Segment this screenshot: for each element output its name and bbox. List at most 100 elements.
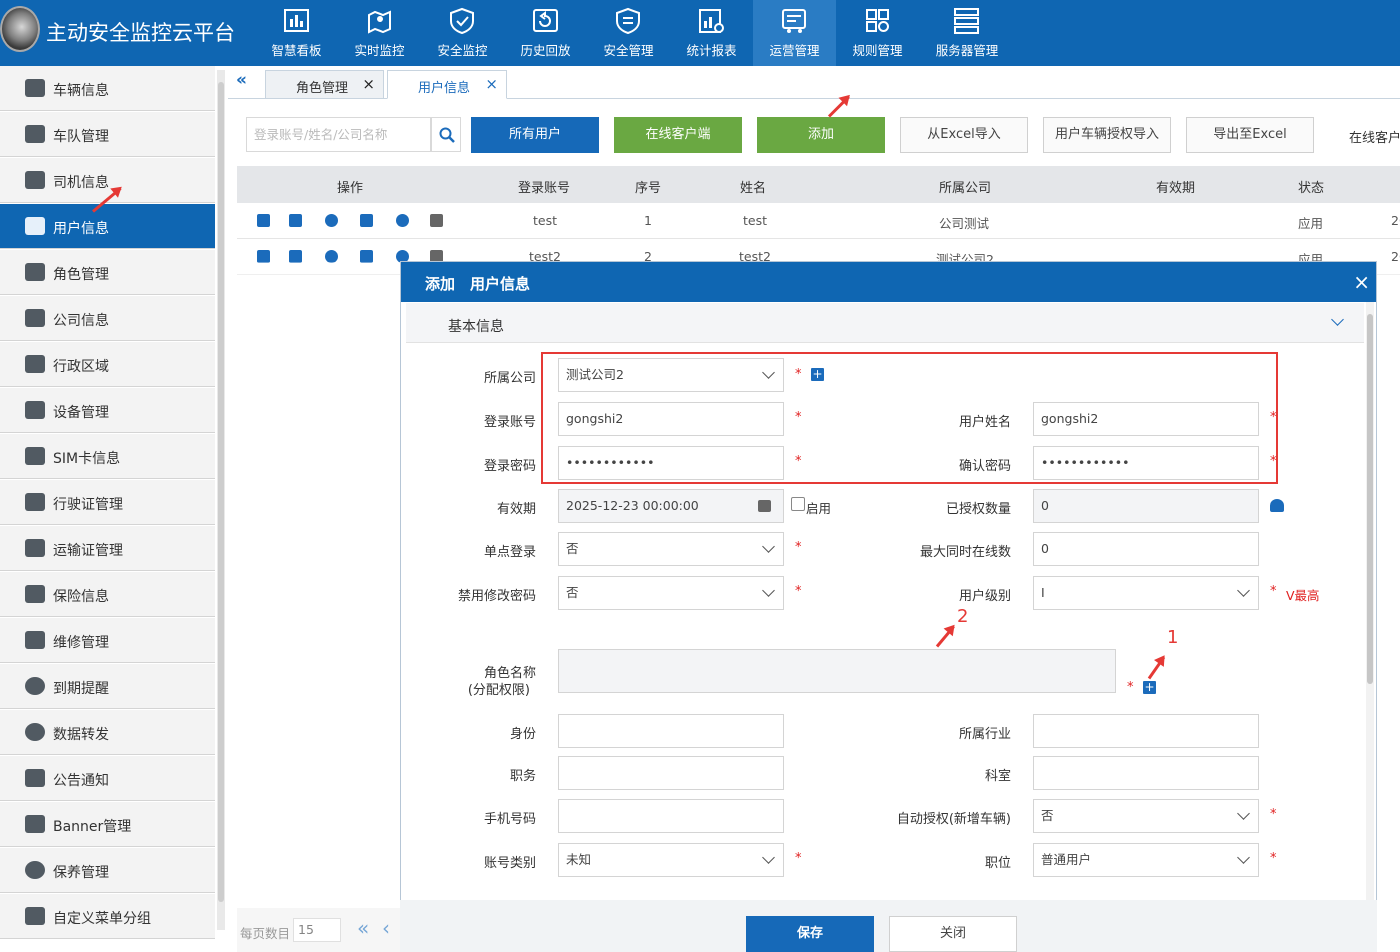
sidebar-item-insurance[interactable]: 保险信息 — [0, 572, 215, 617]
close-dialog-button[interactable]: × — [1353, 270, 1370, 294]
sso-select[interactable]: 否 — [558, 532, 784, 566]
sidebar-item-label: 保养管理 — [53, 865, 109, 881]
device-icon — [25, 401, 45, 419]
top-header: 主动安全监控云平台 智慧看板 实时监控 安全监控 历史回放 安全管理 统计报表 … — [0, 0, 1400, 66]
trash-icon[interactable] — [430, 214, 443, 227]
license-icon — [25, 493, 45, 511]
gear-icon — [25, 723, 45, 741]
position-select[interactable]: 普通用户 — [1033, 843, 1259, 877]
user-check-icon[interactable] — [1270, 499, 1284, 512]
calendar-icon[interactable] — [758, 500, 771, 512]
sidebar-item-regions[interactable]: 行政区域 — [0, 342, 215, 387]
enable-checkbox[interactable] — [791, 497, 805, 511]
sidebar-scrollbar[interactable] — [217, 70, 225, 930]
sidebar-item-devices[interactable]: 设备管理 — [0, 388, 215, 433]
chevron-down-icon[interactable] — [1331, 313, 1344, 326]
close-button[interactable]: 关闭 — [889, 916, 1017, 952]
sidebar-item-label: Banner管理 — [53, 819, 132, 835]
auto-auth-select[interactable]: 否 — [1033, 799, 1259, 833]
sidebar-item-expiry-reminder[interactable]: 到期提醒 — [0, 664, 215, 709]
user-level-value: I — [1041, 585, 1045, 600]
dialog-header: 添加 用户信息 × — [401, 262, 1376, 302]
add-role-icon[interactable]: + — [1143, 681, 1156, 694]
account-type-select[interactable]: 未知 — [558, 843, 784, 877]
sidebar-item-label: 到期提醒 — [53, 681, 109, 697]
identity-input[interactable] — [558, 714, 784, 748]
export-excel-button[interactable]: 导出至Excel — [1186, 117, 1314, 153]
cell-extra: 20 — [1391, 213, 1400, 228]
nav-safety-monitor[interactable]: 安全监控 — [421, 0, 504, 66]
tab-label: 角色管理 — [296, 81, 349, 96]
nav-reports[interactable]: 统计报表 — [670, 0, 753, 66]
nav-rules[interactable]: 规则管理 — [836, 0, 919, 66]
cell-company: 公司测试 — [939, 216, 990, 231]
department-input[interactable] — [1033, 756, 1259, 790]
nav-servers[interactable]: 服务器管理 — [923, 0, 1011, 66]
nav-operations[interactable]: 运营管理 — [753, 0, 836, 66]
add-circle-icon[interactable] — [396, 214, 409, 227]
sidebar-item-announcements[interactable]: 公告通知 — [0, 756, 215, 801]
close-tab-icon[interactable]: × — [485, 75, 498, 93]
role-multiselect[interactable] — [558, 649, 1116, 693]
sidebar-item-maintenance[interactable]: 保养管理 — [0, 848, 215, 893]
auto-auth-label: 自动授权(新增车辆) — [896, 812, 1011, 827]
sidebar-item-users[interactable]: 用户信息 — [0, 204, 215, 249]
search-input[interactable]: 登录账号/姓名/公司名称 — [246, 117, 431, 152]
sidebar-item-sim[interactable]: SIM卡信息 — [0, 434, 215, 479]
key-icon[interactable] — [257, 214, 270, 227]
chevron-down-icon — [1237, 851, 1250, 864]
sidebar-item-roles[interactable]: 角色管理 — [0, 250, 215, 295]
industry-label: 所属行业 — [958, 727, 1011, 742]
sidebar-item-fleet[interactable]: 车队管理 — [0, 112, 215, 157]
user-level-select[interactable]: I — [1033, 576, 1259, 610]
col-header-status: 状态 — [1298, 181, 1325, 196]
nav-dashboard[interactable]: 智慧看板 — [255, 0, 338, 66]
sidebar-item-custom-menu[interactable]: 自定义菜单分组 — [0, 894, 215, 939]
sidebar-item-vehicles[interactable]: 车辆信息 — [0, 66, 215, 111]
add-user-button[interactable]: 添加 — [757, 117, 885, 153]
role-sublabel: (分配权限) — [467, 683, 530, 698]
import-vehicle-auth-button[interactable]: 用户车辆授权导入 — [1043, 117, 1171, 153]
max-online-value: 0 — [1041, 541, 1049, 556]
sidebar-item-driving-license[interactable]: 行驶证管理 — [0, 480, 215, 525]
sso-value: 否 — [566, 541, 579, 556]
industry-input[interactable] — [1033, 714, 1259, 748]
user-icon[interactable] — [289, 214, 302, 227]
search-button[interactable] — [431, 117, 461, 152]
nav-label: 实时监控 — [354, 43, 405, 58]
collapse-sidebar-button[interactable]: « — [236, 70, 247, 90]
all-users-button[interactable]: 所有用户 — [471, 117, 599, 153]
nav-realtime[interactable]: 实时监控 — [338, 0, 421, 66]
sidebar-item-companies[interactable]: 公司信息 — [0, 296, 215, 341]
nav-safety-management[interactable]: 安全管理 — [587, 0, 670, 66]
sidebar-item-label: 车队管理 — [53, 129, 109, 145]
sidebar-item-banner[interactable]: Banner管理 — [0, 802, 215, 847]
edit-icon[interactable] — [360, 214, 373, 227]
expiry-input[interactable]: 2025-12-23 00:00:00 — [558, 489, 784, 523]
operations-icon — [782, 9, 806, 33]
phone-input[interactable] — [558, 799, 784, 833]
duty-input[interactable] — [558, 756, 784, 790]
import-excel-button[interactable]: 从Excel导入 — [900, 117, 1028, 153]
disable-password-change-select[interactable]: 否 — [558, 576, 784, 610]
max-online-input[interactable]: 0 — [1033, 532, 1259, 566]
table-row[interactable]: test 1 test 公司测试 应用 20 — [237, 203, 1400, 239]
sidebar-item-transport-license[interactable]: 运输证管理 — [0, 526, 215, 571]
eye-icon[interactable] — [325, 214, 338, 227]
authorized-count-value: 0 — [1041, 498, 1049, 513]
tab-user-info[interactable]: 用户信息 × — [387, 70, 507, 99]
dialog-scrollbar[interactable] — [1366, 302, 1374, 902]
cell-account: test — [533, 213, 558, 228]
basic-info-section[interactable]: 基本信息 — [406, 303, 1364, 343]
close-tab-icon[interactable]: × — [362, 75, 375, 93]
nav-playback[interactable]: 历史回放 — [504, 0, 587, 66]
map-icon — [25, 355, 45, 373]
lifebuoy-icon — [25, 861, 45, 879]
online-clients-button[interactable]: 在线客户端 — [614, 117, 742, 153]
chevron-down-icon — [762, 851, 775, 864]
tab-role-management[interactable]: 角色管理 × — [265, 70, 384, 99]
save-button[interactable]: 保存 — [746, 916, 874, 952]
sso-label: 单点登录 — [483, 545, 536, 560]
sidebar-item-repair[interactable]: 维修管理 — [0, 618, 215, 663]
sidebar-item-data-forward[interactable]: 数据转发 — [0, 710, 215, 755]
